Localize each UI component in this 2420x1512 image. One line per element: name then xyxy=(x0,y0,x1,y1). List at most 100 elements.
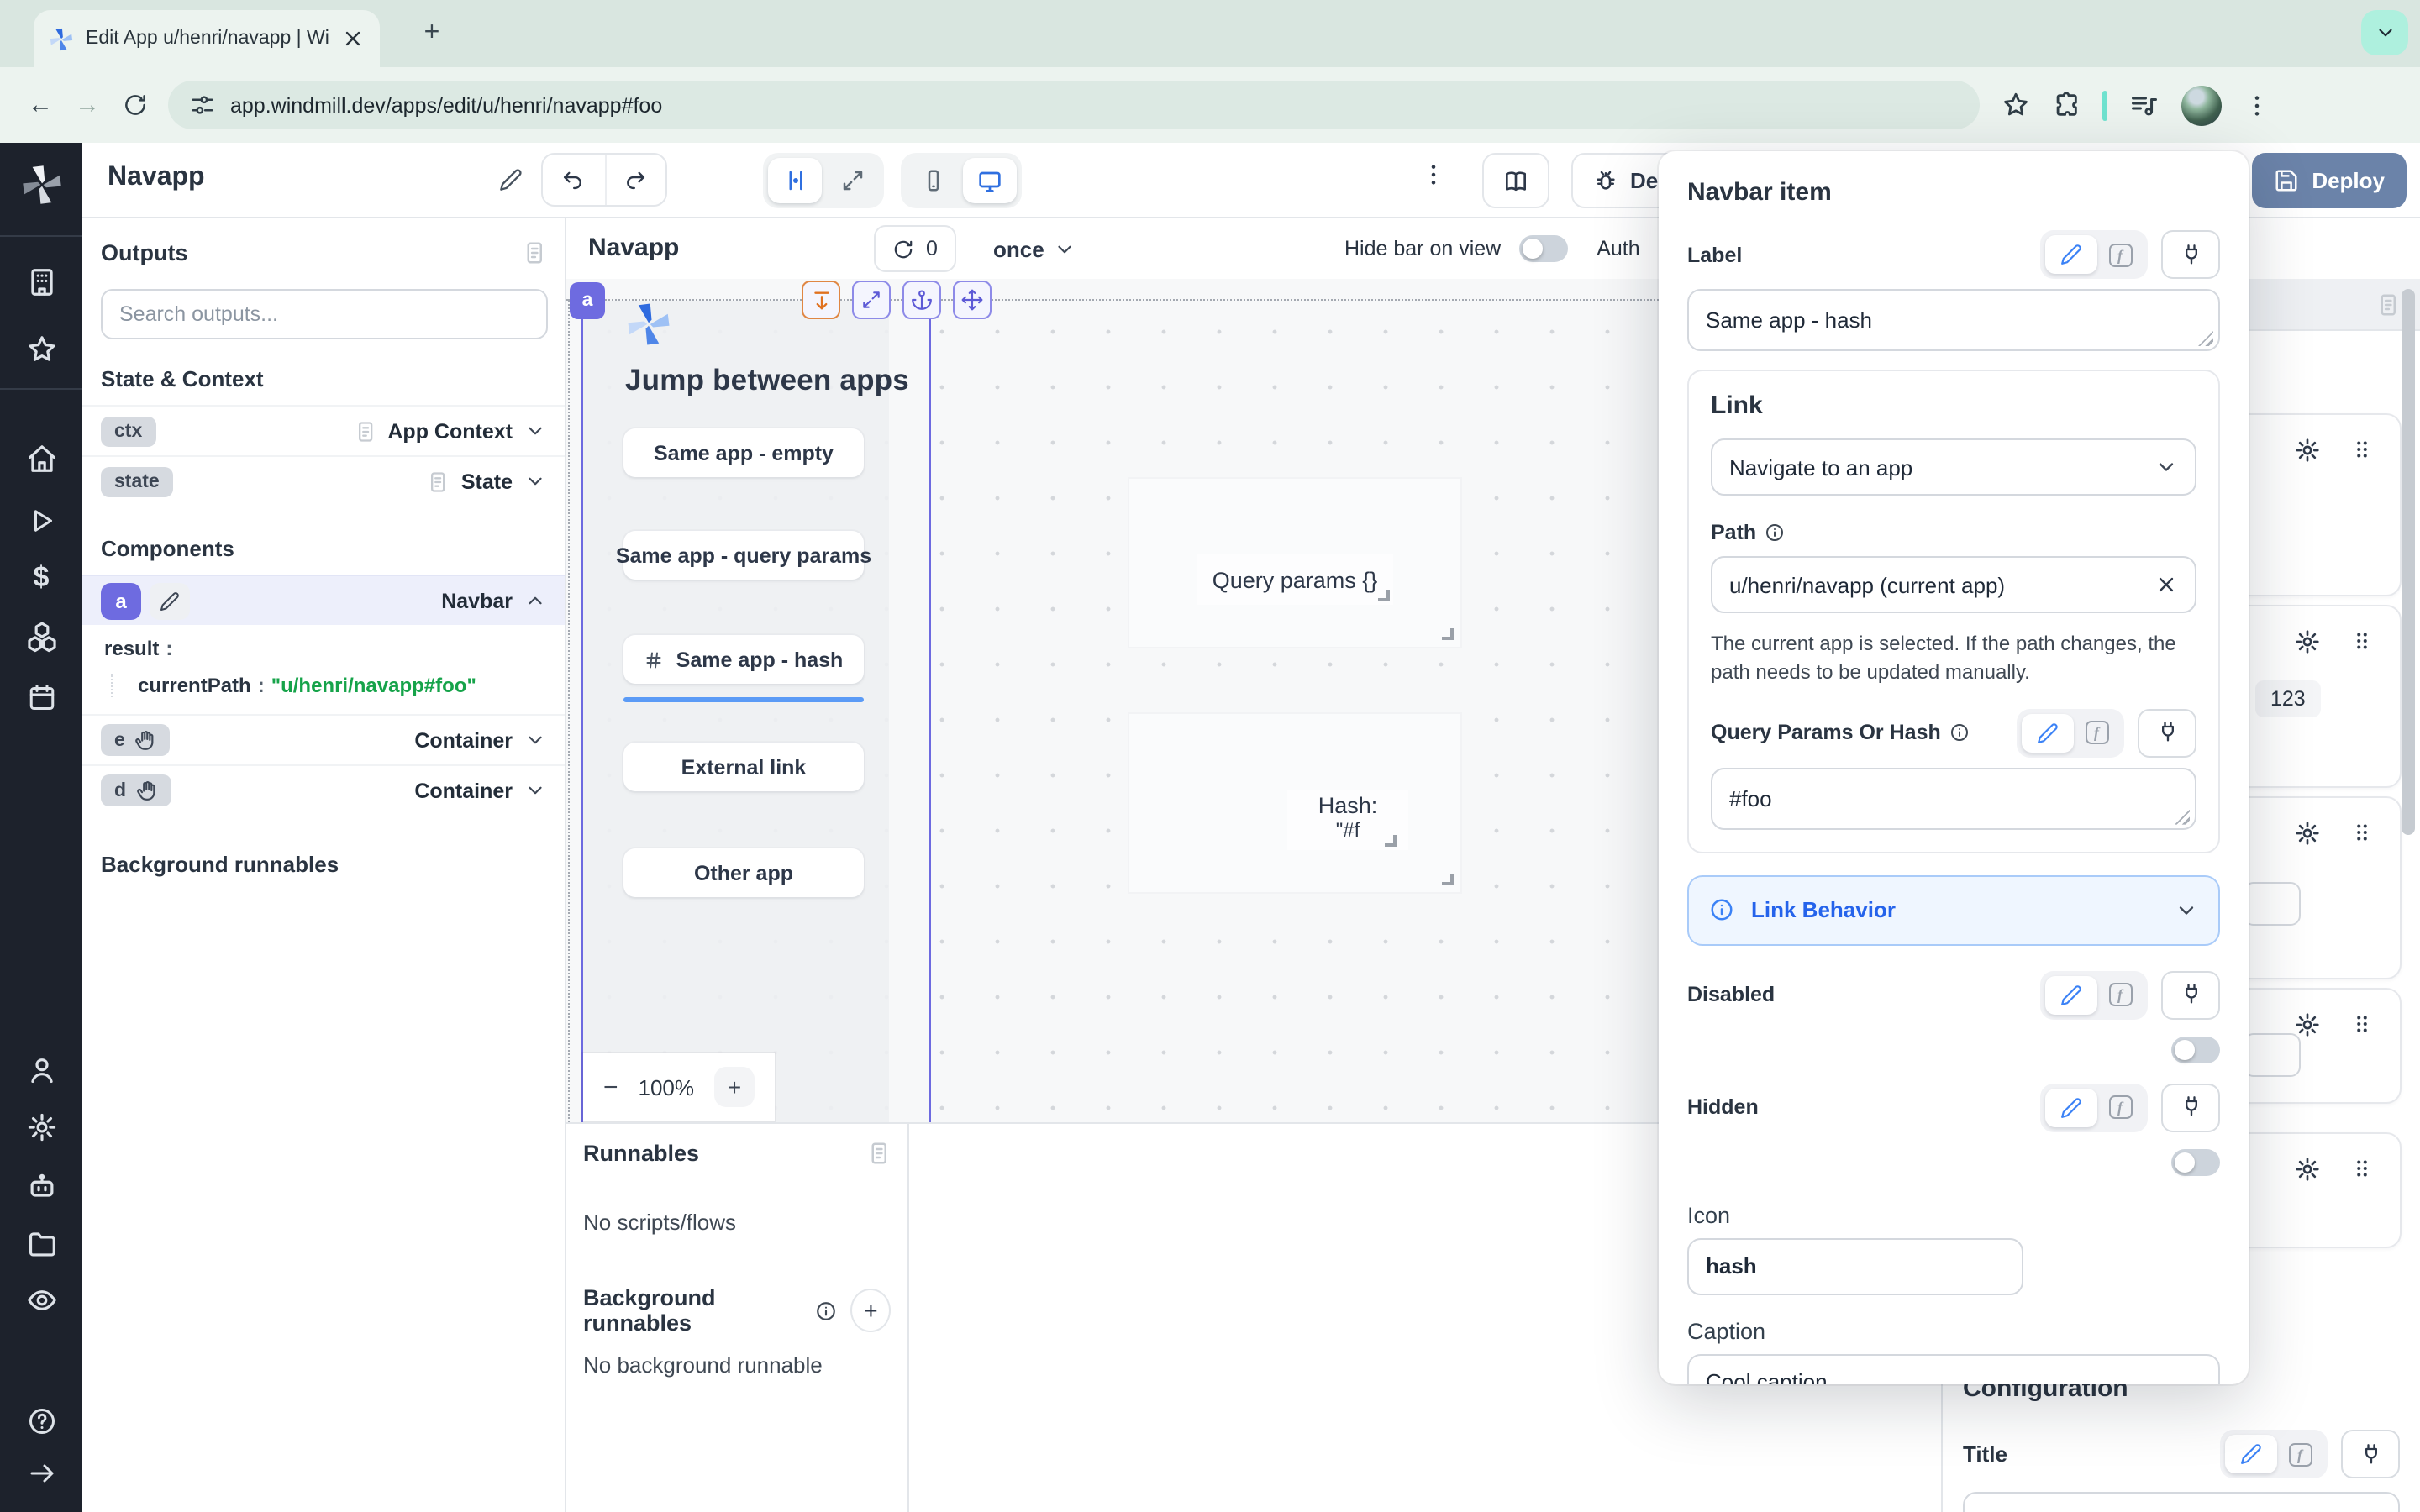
tab-search-button[interactable] xyxy=(2361,10,2408,55)
redo-button[interactable] xyxy=(604,155,666,205)
collapse-arrow-icon[interactable] xyxy=(26,1458,56,1488)
caption-input[interactable]: Cool caption xyxy=(1687,1354,2220,1384)
icon-input[interactable]: hash xyxy=(1687,1238,2023,1295)
search-outputs-input[interactable] xyxy=(101,289,548,339)
fx-mode-button[interactable]: f xyxy=(2097,1089,2143,1127)
title-input[interactable]: Jump between apps xyxy=(1963,1492,2400,1512)
state-row[interactable]: state State xyxy=(82,455,565,506)
hide-bar-toggle[interactable] xyxy=(1519,235,1568,262)
component-row-navbar[interactable]: a Navbar xyxy=(82,575,565,625)
drag-handle-icon[interactable] xyxy=(2349,1011,2375,1037)
nav-item-same-app-hash[interactable]: Same app - hash xyxy=(623,635,864,684)
drag-handle-icon[interactable] xyxy=(2349,820,2375,845)
nav-item-other-app[interactable]: Other app xyxy=(623,848,864,897)
settings-gear-icon[interactable] xyxy=(25,1111,57,1143)
bookmark-star-icon[interactable] xyxy=(2002,91,2030,119)
zoom-out-button[interactable]: − xyxy=(603,1073,618,1101)
nav-item-query-params[interactable]: Same app - query params xyxy=(623,531,864,580)
query-params-container[interactable]: Query params {} xyxy=(1129,479,1460,647)
static-pen-button[interactable] xyxy=(2225,1435,2277,1473)
selected-component-badge[interactable]: a xyxy=(570,282,605,319)
static-pen-button[interactable] xyxy=(2045,1089,2097,1127)
fx-mode-button[interactable]: f xyxy=(2097,235,2143,274)
folders-icon[interactable] xyxy=(25,1227,57,1259)
anchor-component-button[interactable] xyxy=(902,281,941,319)
extensions-icon[interactable] xyxy=(2052,91,2081,119)
drag-handle-icon[interactable] xyxy=(2349,437,2375,462)
tab-close-icon[interactable] xyxy=(341,27,365,50)
hash-container[interactable]: Hash: "#f xyxy=(1129,714,1460,892)
chevron-down-icon[interactable] xyxy=(524,420,546,442)
users-icon[interactable] xyxy=(25,1054,57,1086)
resize-corner-icon[interactable] xyxy=(1442,874,1454,885)
fx-mode-button[interactable]: f xyxy=(2074,714,2119,753)
new-tab-button[interactable]: + xyxy=(413,15,450,52)
schedules-calendar-icon[interactable] xyxy=(26,682,56,712)
drag-handle-icon[interactable] xyxy=(2349,628,2375,654)
link-behavior-collapsible[interactable]: Link Behavior xyxy=(1687,875,2220,946)
home-icon[interactable] xyxy=(25,443,57,475)
nav-item-same-app-empty[interactable]: Same app - empty xyxy=(623,428,864,477)
component-row-container-e[interactable]: e Container xyxy=(82,714,565,764)
static-pen-button[interactable] xyxy=(2045,235,2097,274)
connect-plug-button[interactable] xyxy=(2138,709,2196,758)
textarea-resize-icon[interactable] xyxy=(2175,810,2190,825)
connect-plug-button[interactable] xyxy=(2161,971,2220,1020)
resources-cubes-icon[interactable] xyxy=(25,621,57,653)
clear-x-icon[interactable] xyxy=(2154,573,2178,596)
chevron-down-icon[interactable] xyxy=(524,780,546,801)
refresh-count-button[interactable]: 0 xyxy=(874,225,956,272)
back-button[interactable]: ← xyxy=(17,81,64,129)
fx-mode-button[interactable]: f xyxy=(2277,1435,2323,1473)
selection-border-right[interactable] xyxy=(929,299,931,1122)
insert-below-button[interactable] xyxy=(802,281,840,319)
mobile-view-button[interactable] xyxy=(906,158,960,203)
forward-button[interactable]: → xyxy=(64,81,111,129)
copy-doc-icon[interactable] xyxy=(2375,291,2400,317)
nav-item-external-link[interactable]: External link xyxy=(623,743,864,791)
path-input[interactable]: u/henri/navapp (current app) xyxy=(1711,556,2196,613)
media-playlist-icon[interactable] xyxy=(2129,90,2160,120)
tune-icon[interactable] xyxy=(190,92,215,118)
textarea-resize-icon[interactable] xyxy=(2198,331,2213,346)
fx-mode-button[interactable]: f xyxy=(2097,976,2143,1015)
component-gear-icon[interactable] xyxy=(2294,628,2321,655)
label-input[interactable]: Same app - hash xyxy=(1687,289,2220,351)
resize-corner-icon[interactable] xyxy=(1442,628,1454,640)
static-pen-button[interactable] xyxy=(2022,714,2074,753)
clipped-input[interactable] xyxy=(2244,1033,2301,1077)
connect-plug-button[interactable] xyxy=(2161,230,2220,279)
desktop-view-button[interactable] xyxy=(963,158,1017,203)
windmill-logo[interactable] xyxy=(19,163,63,207)
component-gear-icon[interactable] xyxy=(2294,820,2321,847)
reload-button[interactable] xyxy=(111,81,158,129)
component-gear-icon[interactable] xyxy=(2294,1011,2321,1038)
navbar-component-area[interactable] xyxy=(581,301,889,1122)
clipped-input[interactable] xyxy=(2244,882,2301,926)
copy-doc-icon[interactable] xyxy=(865,1141,891,1166)
copy-doc-icon[interactable] xyxy=(521,239,546,265)
fullwidth-layout-button[interactable] xyxy=(825,158,879,203)
run-mode-dropdown[interactable]: once xyxy=(993,225,1076,272)
link-type-select[interactable]: Navigate to an app xyxy=(1711,438,2196,496)
disabled-toggle[interactable] xyxy=(2171,1037,2220,1063)
audit-eye-icon[interactable] xyxy=(25,1284,57,1316)
workers-robot-icon[interactable] xyxy=(25,1170,57,1202)
undo-button[interactable] xyxy=(543,155,604,205)
component-gear-icon[interactable] xyxy=(2294,437,2321,464)
static-pen-button[interactable] xyxy=(2045,976,2097,1015)
component-row-container-d[interactable]: d Container xyxy=(82,764,565,815)
address-bar[interactable]: app.windmill.dev/apps/edit/u/henri/navap… xyxy=(168,81,1980,129)
docs-button[interactable] xyxy=(1482,153,1549,208)
browser-tab[interactable]: Edit App u/henri/navapp | Win xyxy=(34,10,380,67)
help-icon[interactable] xyxy=(26,1406,56,1436)
connect-plug-button[interactable] xyxy=(2161,1084,2220,1132)
query-params-input[interactable]: #foo xyxy=(1711,768,2196,830)
variables-dollar-icon[interactable]: $ xyxy=(34,561,50,595)
chevron-up-icon[interactable] xyxy=(524,590,546,612)
browser-menu-icon[interactable] xyxy=(2244,92,2270,118)
workspace-icon[interactable] xyxy=(25,266,57,298)
runs-play-icon[interactable] xyxy=(26,506,56,536)
drag-handle-icon[interactable] xyxy=(2349,1156,2375,1181)
chevron-down-icon[interactable] xyxy=(524,729,546,751)
